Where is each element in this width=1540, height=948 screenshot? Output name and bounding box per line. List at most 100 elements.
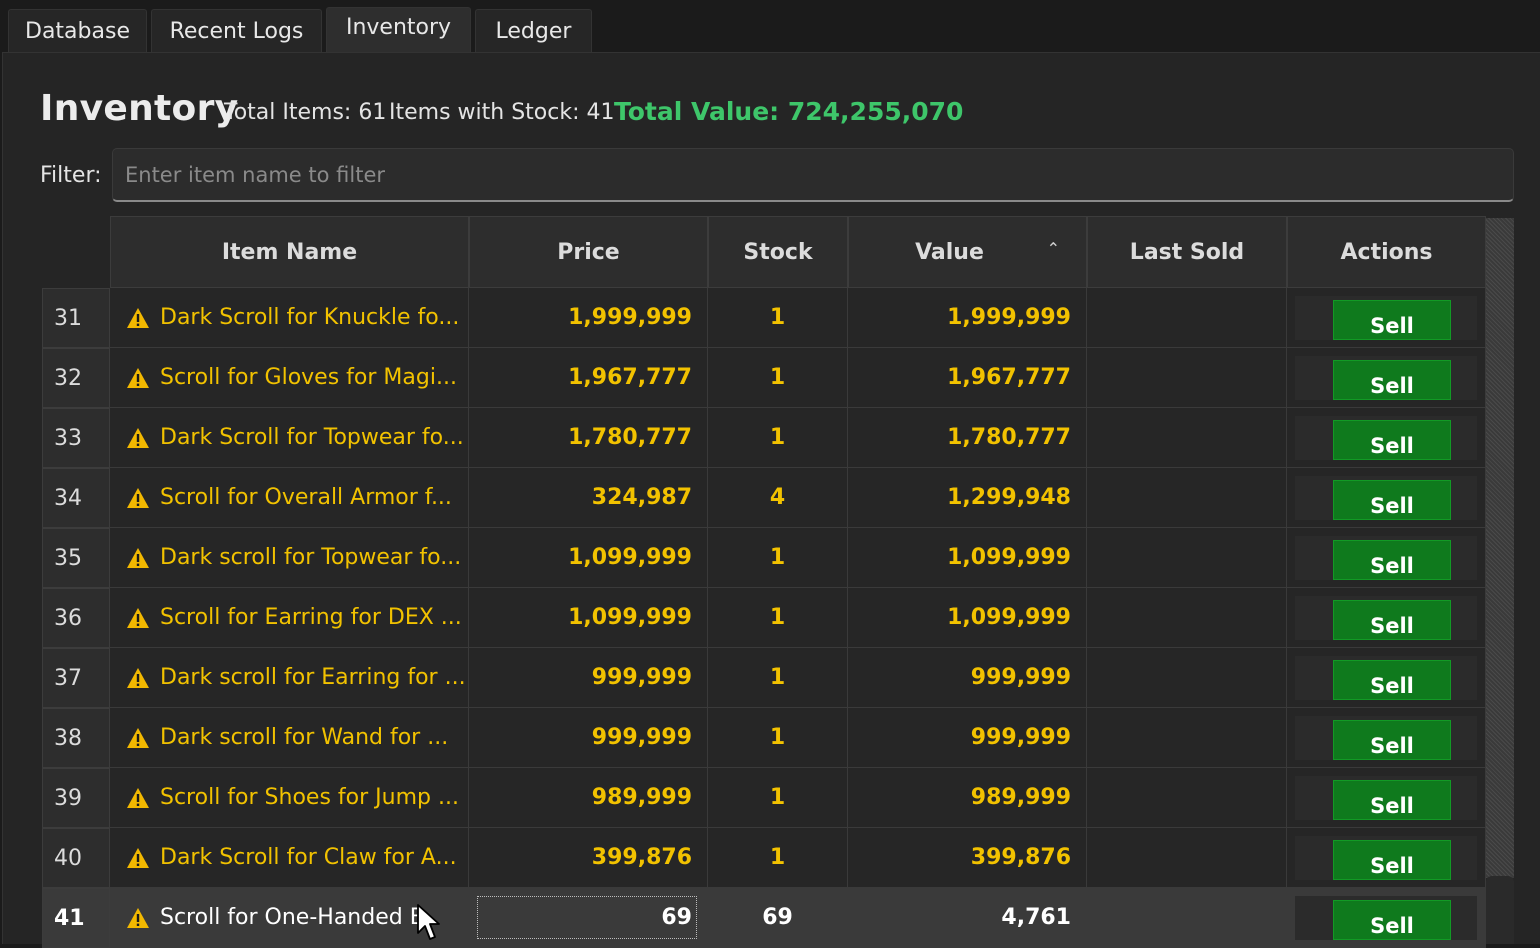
row-number[interactable]: 39 xyxy=(42,768,110,828)
cell-stock[interactable]: 1 xyxy=(708,768,848,828)
cell-last-sold[interactable] xyxy=(1087,468,1287,528)
table-row[interactable]: 39 Scroll for Shoes for Jump ... 989,999 1 9… xyxy=(42,768,1486,828)
cell-stock[interactable]: 1 xyxy=(708,528,848,588)
cell-price[interactable]: 999,999 xyxy=(469,708,708,768)
table-row[interactable]: 40 Dark Scroll for Claw for A... 399,876 1 3… xyxy=(42,828,1486,888)
cell-item-name[interactable]: Scroll for Gloves for Magi... xyxy=(110,348,469,408)
sell-button[interactable]: Sell xyxy=(1333,780,1451,820)
table-row[interactable]: 32 Scroll for Gloves for Magi... 1,967,777… xyxy=(42,348,1486,408)
table-row[interactable]: 34 Scroll for Overall Armor f... 324,987 4 1… xyxy=(42,468,1486,528)
sell-button[interactable]: Sell xyxy=(1333,360,1451,400)
sell-button[interactable]: Sell xyxy=(1333,480,1451,520)
cell-item-name[interactable]: Dark Scroll for Knuckle fo... xyxy=(110,288,469,348)
cell-price[interactable]: 1,967,777 xyxy=(469,348,708,408)
price-edit-box[interactable] xyxy=(477,896,697,939)
tab-inventory[interactable]: Inventory xyxy=(326,7,471,52)
cell-price[interactable]: 399,876 xyxy=(469,828,708,888)
cell-last-sold[interactable] xyxy=(1087,288,1287,348)
cell-stock[interactable]: 4 xyxy=(708,468,848,528)
cell-value[interactable]: 1,780,777 xyxy=(848,408,1087,468)
cell-last-sold[interactable] xyxy=(1087,528,1287,588)
cell-value[interactable]: 4,761 xyxy=(848,888,1087,948)
cell-item-name[interactable]: Dark scroll for Topwear fo... xyxy=(110,528,469,588)
sell-button[interactable]: Sell xyxy=(1333,600,1451,640)
column-header-actions[interactable]: Actions xyxy=(1287,216,1486,288)
row-number[interactable]: 40 xyxy=(42,828,110,888)
scrollbar-thumb[interactable] xyxy=(1486,876,1514,944)
cell-value[interactable]: 999,999 xyxy=(848,708,1087,768)
cell-last-sold[interactable] xyxy=(1087,828,1287,888)
table-row[interactable]: 35 Dark scroll for Topwear fo... 1,099,999… xyxy=(42,528,1486,588)
cell-last-sold[interactable] xyxy=(1087,888,1287,948)
cell-value[interactable]: 1,967,777 xyxy=(848,348,1087,408)
sell-button[interactable]: Sell xyxy=(1333,900,1451,940)
row-number[interactable]: 37 xyxy=(42,648,110,708)
row-number[interactable]: 36 xyxy=(42,588,110,648)
cell-price[interactable]: 1,099,999 xyxy=(469,588,708,648)
cell-price[interactable]: 324,987 xyxy=(469,468,708,528)
cell-item-name[interactable]: Dark Scroll for Claw for A... xyxy=(110,828,469,888)
cell-value[interactable]: 1,999,999 xyxy=(848,288,1087,348)
tab-database[interactable]: Database xyxy=(8,9,147,52)
row-number[interactable]: 41 xyxy=(42,888,110,948)
cell-price[interactable]: 1,099,999 xyxy=(469,528,708,588)
cell-stock[interactable]: 1 xyxy=(708,288,848,348)
sell-button[interactable]: Sell xyxy=(1333,540,1451,580)
cell-value[interactable]: 999,999 xyxy=(848,648,1087,708)
row-number[interactable]: 31 xyxy=(42,288,110,348)
cell-value[interactable]: 1,099,999 xyxy=(848,588,1087,648)
table-row[interactable]: 38 Dark scroll for Wand for ... 999,999 1 99… xyxy=(42,708,1486,768)
sell-button[interactable]: Sell xyxy=(1333,720,1451,760)
cell-stock[interactable]: 1 xyxy=(708,828,848,888)
filter-input[interactable] xyxy=(112,148,1514,202)
cell-price[interactable]: 69 xyxy=(469,888,708,948)
sell-button[interactable]: Sell xyxy=(1333,660,1451,700)
sell-button[interactable]: Sell xyxy=(1333,840,1451,880)
column-header-last-sold[interactable]: Last Sold xyxy=(1087,216,1287,288)
row-number[interactable]: 35 xyxy=(42,528,110,588)
table-row[interactable]: 37 Dark scroll for Earring for ... 999,999… xyxy=(42,648,1486,708)
cell-price[interactable]: 989,999 xyxy=(469,768,708,828)
table-row[interactable]: 36 Scroll for Earring for DEX ... 1,099,99… xyxy=(42,588,1486,648)
cell-value[interactable]: 399,876 xyxy=(848,828,1087,888)
cell-item-name[interactable]: Scroll for Shoes for Jump ... xyxy=(110,768,469,828)
table-row[interactable]: 33 Dark Scroll for Topwear fo... 1,780,777… xyxy=(42,408,1486,468)
cell-last-sold[interactable] xyxy=(1087,588,1287,648)
cell-last-sold[interactable] xyxy=(1087,408,1287,468)
cell-item-name[interactable]: Dark Scroll for Topwear fo... xyxy=(110,408,469,468)
cell-value[interactable]: 1,299,948 xyxy=(848,468,1087,528)
cell-value[interactable]: 989,999 xyxy=(848,768,1087,828)
cell-item-name[interactable]: Scroll for Overall Armor f... xyxy=(110,468,469,528)
cell-price[interactable]: 1,780,777 xyxy=(469,408,708,468)
row-number[interactable]: 33 xyxy=(42,408,110,468)
row-number[interactable]: 32 xyxy=(42,348,110,408)
cell-stock[interactable]: 1 xyxy=(708,708,848,768)
vertical-scrollbar[interactable] xyxy=(1486,218,1514,878)
cell-stock[interactable]: 1 xyxy=(708,408,848,468)
row-number[interactable]: 38 xyxy=(42,708,110,768)
cell-stock[interactable]: 1 xyxy=(708,348,848,408)
cell-item-name[interactable]: Dark scroll for Wand for ... xyxy=(110,708,469,768)
cell-item-name[interactable]: Scroll for Earring for DEX ... xyxy=(110,588,469,648)
sell-button[interactable]: Sell xyxy=(1333,300,1451,340)
column-header-item-name[interactable]: Item Name xyxy=(110,216,469,288)
cell-stock[interactable]: 1 xyxy=(708,648,848,708)
cell-last-sold[interactable] xyxy=(1087,768,1287,828)
row-number[interactable]: 34 xyxy=(42,468,110,528)
cell-price[interactable]: 1,999,999 xyxy=(469,288,708,348)
cell-price[interactable]: 999,999 xyxy=(469,648,708,708)
tab-recent-logs[interactable]: Recent Logs xyxy=(151,9,322,52)
cell-value[interactable]: 1,099,999 xyxy=(848,528,1087,588)
cell-last-sold[interactable] xyxy=(1087,648,1287,708)
cell-item-name[interactable]: Dark scroll for Earring for ... xyxy=(110,648,469,708)
cell-last-sold[interactable] xyxy=(1087,708,1287,768)
column-header-value[interactable]: Value ⌃ xyxy=(848,216,1087,288)
cell-stock[interactable]: 69 xyxy=(708,888,848,948)
tab-ledger[interactable]: Ledger xyxy=(475,9,592,52)
cell-last-sold[interactable] xyxy=(1087,348,1287,408)
table-row[interactable]: 41 Scroll for One-Handed B 69 69 4,761 Sell xyxy=(42,888,1486,948)
column-header-stock[interactable]: Stock xyxy=(708,216,848,288)
cell-stock[interactable]: 1 xyxy=(708,588,848,648)
column-header-price[interactable]: Price xyxy=(469,216,708,288)
table-row[interactable]: 31 Dark Scroll for Knuckle fo... 1,999,999… xyxy=(42,288,1486,348)
